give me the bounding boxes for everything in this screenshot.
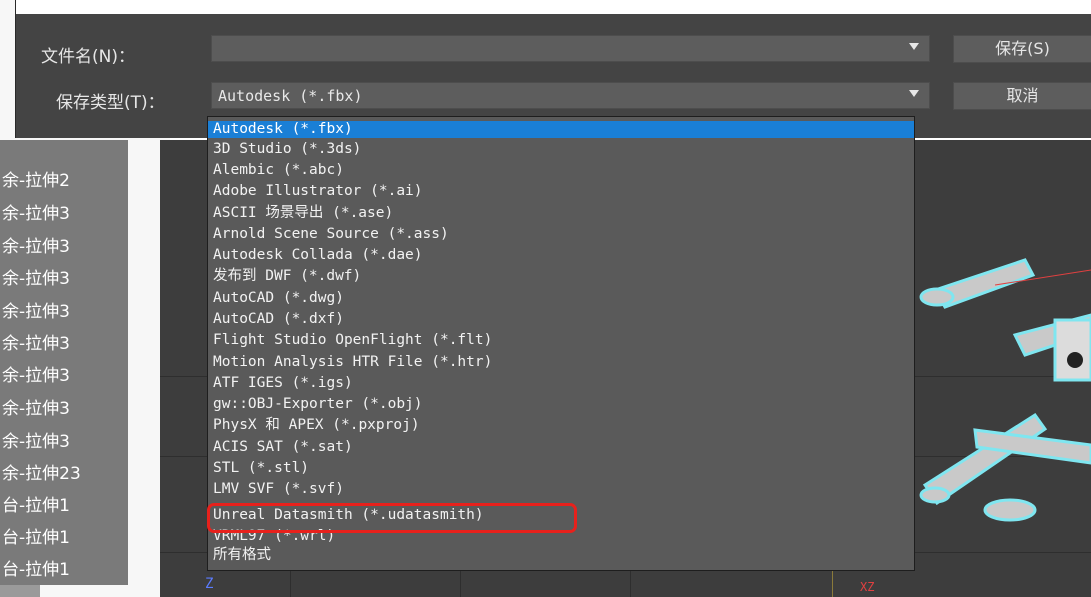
dropdown-option[interactable]: ATF IGES (*.igs) [208, 375, 914, 392]
dropdown-option[interactable]: gw::OBJ-Exporter (*.obj) [208, 396, 914, 413]
scene-list-item[interactable]: 余-拉伸3 [2, 428, 70, 456]
scene-list-item[interactable]: 台-拉伸1 [2, 556, 70, 584]
dropdown-option[interactable]: ACIS SAT (*.sat) [208, 439, 914, 456]
scene-list-item[interactable]: 台-拉伸1 [2, 492, 70, 520]
scene-list-item[interactable]: 余-拉伸3 [2, 330, 70, 358]
dropdown-option[interactable]: Adobe Illustrator (*.ai) [208, 183, 914, 200]
scene-list-item[interactable]: 余-拉伸23 [2, 460, 81, 488]
dropdown-option[interactable]: Motion Analysis HTR File (*.htr) [208, 354, 914, 371]
dialog-top-strip [16, 0, 1091, 14]
dropdown-option[interactable]: 3D Studio (*.3ds) [208, 141, 914, 158]
dropdown-option[interactable]: Flight Studio OpenFlight (*.flt) [208, 332, 914, 349]
dropdown-option[interactable]: STL (*.stl) [208, 460, 914, 477]
drone-propeller [919, 486, 951, 504]
filename-label: 文件名(N)： [41, 47, 135, 67]
filetype-label: 保存类型(T)： [56, 93, 165, 113]
chevron-down-icon[interactable] [909, 90, 919, 97]
drone-body [1053, 318, 1091, 382]
xz-axis-label: XZ [860, 580, 875, 594]
drone-propeller [919, 287, 955, 307]
dropdown-option-selected[interactable]: Autodesk (*.fbx) [208, 121, 914, 138]
z-axis-label: Z [205, 576, 214, 592]
dropdown-option[interactable]: AutoCAD (*.dwg) [208, 290, 914, 307]
drone-propeller [983, 498, 1037, 522]
scene-list-item[interactable]: 余-拉伸3 [2, 200, 70, 228]
dropdown-option[interactable]: Autodesk Collada (*.dae) [208, 247, 914, 264]
save-button[interactable]: 保存(S) [953, 35, 1091, 63]
dropdown-option[interactable]: Alembic (*.abc) [208, 162, 914, 179]
chevron-down-icon[interactable] [909, 43, 919, 50]
scene-list-resize-handle[interactable] [0, 585, 40, 597]
dropdown-option[interactable]: AutoCAD (*.dxf) [208, 311, 914, 328]
dropdown-option[interactable]: PhysX 和 APEX (*.pxproj) [208, 417, 914, 434]
dropdown-option[interactable]: 发布到 DWF (*.dwf) [208, 268, 914, 285]
scene-list-item[interactable]: 台-拉伸1 [2, 524, 70, 552]
filetype-combobox[interactable]: Autodesk (*.fbx) [211, 82, 930, 109]
filename-combobox[interactable] [211, 35, 930, 62]
dropdown-option[interactable]: ASCII 场景导出 (*.ase) [208, 205, 914, 222]
dropdown-option[interactable]: 所有格式 [208, 547, 914, 564]
scene-list-item[interactable]: 余-拉伸3 [2, 395, 70, 423]
drone-model[interactable] [915, 215, 1091, 545]
annotation-highlight-box [207, 503, 577, 533]
scene-list-item[interactable]: 余-拉伸3 [2, 265, 70, 293]
scene-list-item[interactable]: 余-拉伸3 [2, 233, 70, 261]
scene-list-item[interactable]: 余-拉伸2 [2, 167, 70, 195]
dropdown-option[interactable]: LMV SVF (*.svf) [208, 481, 914, 498]
scene-list-item[interactable]: 余-拉伸3 [2, 362, 70, 390]
drone-camera [1067, 352, 1083, 368]
scene-object-list[interactable]: 余-拉伸2 余-拉伸3 余-拉伸3 余-拉伸3 余-拉伸3 余-拉伸3 余-拉伸… [0, 140, 128, 585]
scene-list-item[interactable]: 余-拉伸3 [2, 298, 70, 326]
dropdown-option[interactable]: Arnold Scene Source (*.ass) [208, 226, 914, 243]
cancel-button[interactable]: 取消 [953, 82, 1091, 110]
filetype-value[interactable]: Autodesk (*.fbx) [218, 87, 363, 105]
